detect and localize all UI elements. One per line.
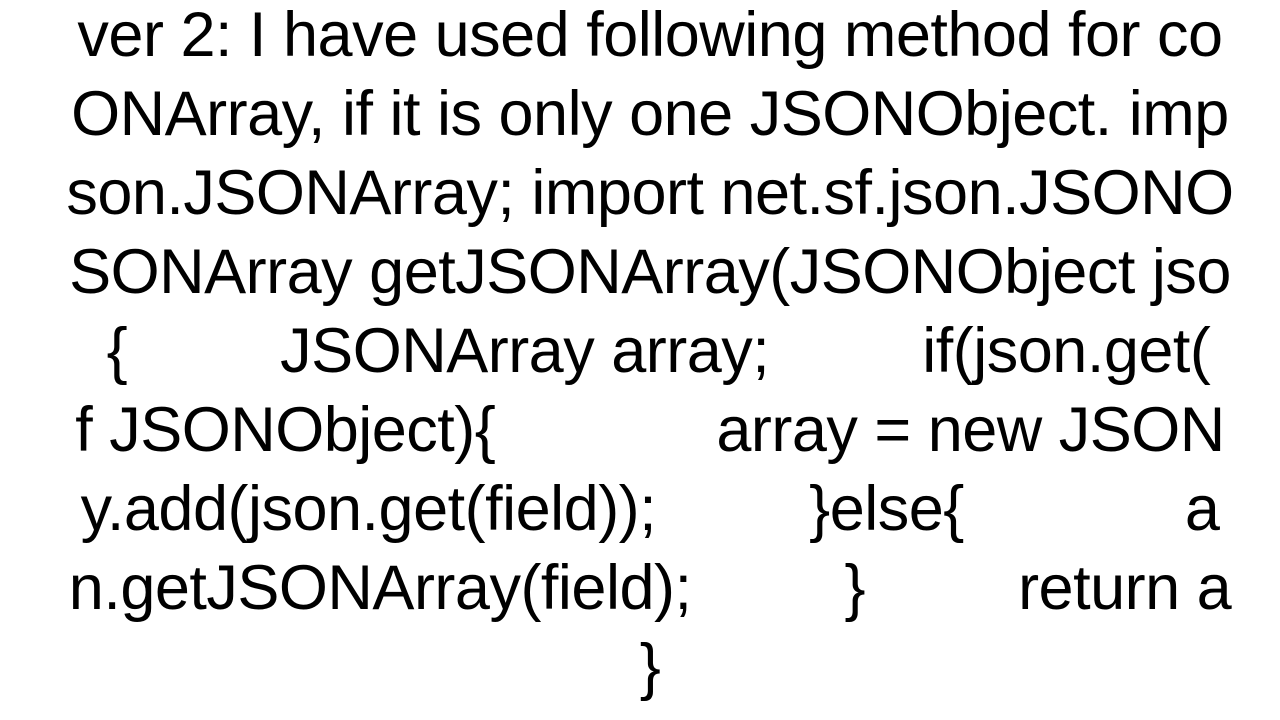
document-text: ver 2: I have used following method for … bbox=[0, 0, 1280, 707]
document-viewport: ver 2: I have used following method for … bbox=[0, 0, 1280, 720]
